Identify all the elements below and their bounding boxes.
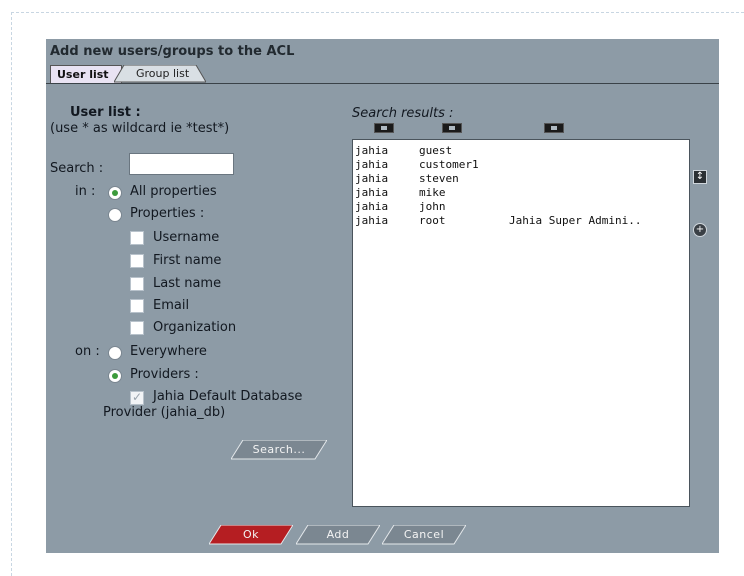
first-name-label: First name bbox=[153, 253, 222, 268]
tab-bar: User list Group list bbox=[50, 65, 230, 84]
result-name: customer1 bbox=[419, 158, 479, 171]
checkbox-username[interactable] bbox=[130, 231, 144, 245]
checkbox-first-name[interactable] bbox=[130, 254, 144, 268]
providers-label: Providers : bbox=[130, 367, 199, 382]
checkbox-jahia-db-provider[interactable] bbox=[130, 390, 144, 405]
everywhere-label: Everywhere bbox=[130, 344, 207, 359]
sort-toggle-icon[interactable]: ↕ bbox=[693, 170, 707, 184]
search-button-label: Search... bbox=[252, 443, 306, 456]
sort-provider-icon[interactable] bbox=[374, 123, 394, 133]
result-name: john bbox=[419, 200, 446, 213]
sort-name-icon[interactable] bbox=[442, 123, 462, 133]
result-provider: jahia bbox=[355, 172, 389, 185]
tab-user-list[interactable]: User list bbox=[50, 65, 122, 83]
result-provider: jahia bbox=[355, 186, 389, 199]
checkbox-organization[interactable] bbox=[130, 321, 144, 335]
radio-properties[interactable] bbox=[108, 208, 122, 222]
result-name: root bbox=[419, 214, 446, 227]
in-label: in : bbox=[75, 184, 96, 199]
sort-fullname-icon[interactable] bbox=[544, 123, 564, 133]
tab-group-list[interactable]: Group list bbox=[114, 65, 216, 83]
dialog-title: Add new users/groups to the ACL bbox=[50, 44, 295, 59]
provider-name-line2: Provider (jahia_db) bbox=[103, 405, 226, 420]
cancel-button-label: Cancel bbox=[403, 528, 445, 541]
result-name: mike bbox=[419, 186, 446, 199]
checkbox-email[interactable] bbox=[130, 299, 144, 313]
page-border-left bbox=[11, 12, 12, 576]
radio-all-properties[interactable] bbox=[108, 186, 122, 200]
result-provider: jahia bbox=[355, 158, 389, 171]
wildcard-hint: (use * as wildcard ie *test*) bbox=[50, 121, 230, 136]
add-button[interactable]: Add bbox=[296, 525, 380, 545]
radio-providers[interactable] bbox=[108, 369, 122, 383]
result-name: steven bbox=[419, 172, 459, 185]
email-label: Email bbox=[153, 298, 190, 313]
ok-button-label: Ok bbox=[242, 528, 260, 541]
properties-label: Properties : bbox=[130, 206, 205, 221]
result-fullname: Jahia Super Admini.. bbox=[509, 214, 642, 227]
page-border-top bbox=[11, 12, 744, 13]
search-results-title: Search results : bbox=[352, 106, 454, 121]
tab-divider bbox=[46, 83, 719, 84]
username-label: Username bbox=[153, 230, 220, 245]
provider-name-line1: Jahia Default Database bbox=[153, 389, 303, 404]
add-button-label: Add bbox=[326, 528, 350, 541]
user-list-heading: User list : bbox=[70, 105, 141, 120]
search-input[interactable] bbox=[129, 153, 234, 175]
result-name: guest bbox=[419, 144, 453, 157]
cancel-button[interactable]: Cancel bbox=[382, 525, 466, 545]
search-results-list[interactable]: jahia guest jahia customer1 jahia steven… bbox=[352, 139, 690, 507]
checkbox-last-name[interactable] bbox=[130, 277, 144, 291]
organization-label: Organization bbox=[153, 320, 237, 335]
result-provider: jahia bbox=[355, 214, 389, 227]
result-provider: jahia bbox=[355, 144, 389, 157]
tab-group-list-label: Group list bbox=[136, 67, 190, 80]
add-icon[interactable]: + bbox=[693, 223, 707, 237]
search-label: Search : bbox=[50, 161, 104, 176]
on-label: on : bbox=[75, 344, 100, 359]
all-properties-label: All properties bbox=[130, 184, 217, 199]
ok-button[interactable]: Ok bbox=[209, 525, 293, 545]
result-provider: jahia bbox=[355, 200, 389, 213]
radio-everywhere[interactable] bbox=[108, 346, 122, 360]
search-button[interactable]: Search... bbox=[231, 440, 327, 460]
last-name-label: Last name bbox=[153, 276, 222, 291]
